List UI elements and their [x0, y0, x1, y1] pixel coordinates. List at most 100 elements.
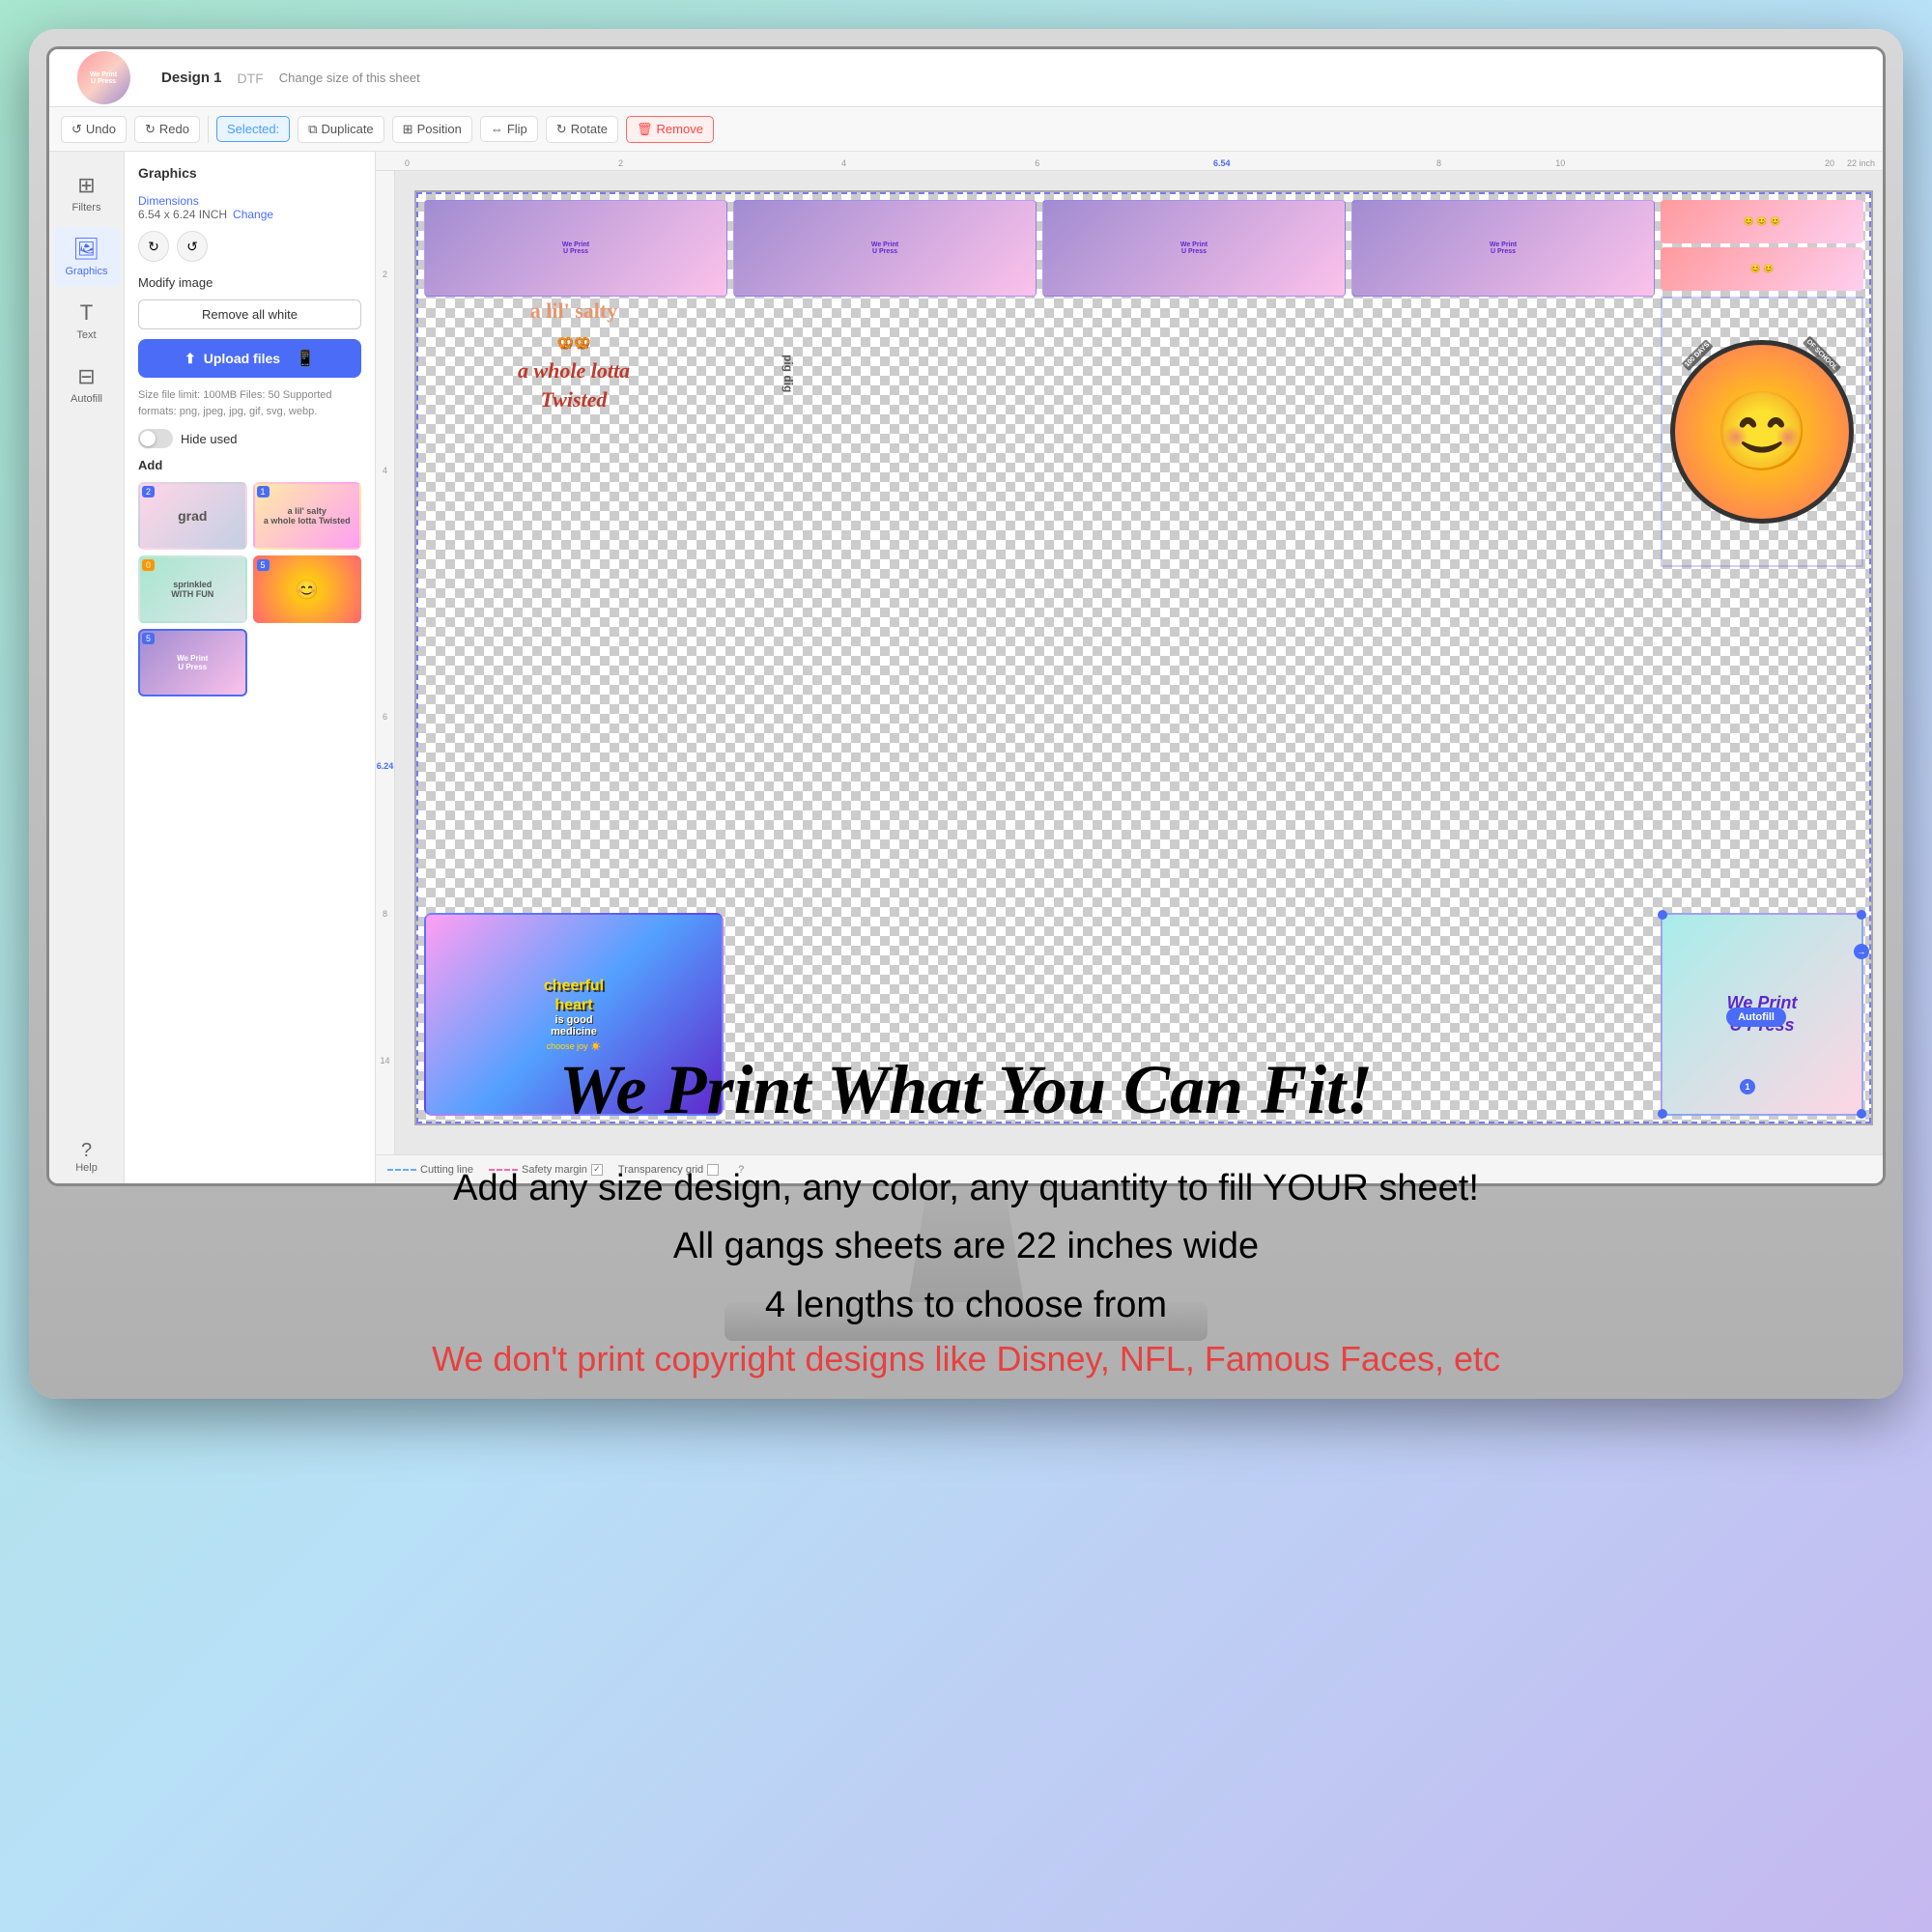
change-size-link[interactable]: Change size of this sheet [279, 71, 420, 85]
change-dimensions-button[interactable]: Change [233, 208, 273, 221]
selected-label: Selected: [227, 122, 279, 136]
sidebar-item-autofill[interactable]: ⊟ Autofill [54, 355, 120, 414]
thumb-badge-2: 1 [257, 486, 270, 497]
redo-button[interactable]: ↻ Redo [134, 116, 200, 143]
graphics-label: Graphics [65, 266, 107, 277]
design-canvas[interactable]: We PrintU Press We PrintU Press We Print… [414, 190, 1873, 1125]
thumb-content-4: 😊 [291, 574, 323, 606]
graphics-icon: 🖼 [73, 237, 100, 262]
ruler-horizontal: 0 2 4 6 6.54 8 10 20 22 inch [376, 152, 1883, 171]
modify-image-label: Modify image [138, 275, 361, 290]
thumbnail-2[interactable]: 1 a lil' saltya whole lotta Twisted [253, 482, 362, 550]
design-smiley-large[interactable]: 😊 100 DAYS OF SCHOOL [1661, 297, 1863, 567]
upload-info: Size file limit: 100MB Files: 50 Support… [138, 387, 361, 419]
dimensions-label: Dimensions [138, 194, 361, 208]
design-item-weprint-4[interactable]: We PrintU Press [1351, 200, 1655, 297]
dimensions-section: Dimensions 6.54 x 6.24 INCH Change [138, 194, 361, 221]
inch-label: 22 inch [1847, 158, 1875, 168]
redo-icon: ↻ [145, 122, 156, 137]
sidebar-item-filters[interactable]: ⊞ Filters [54, 163, 120, 223]
body-line-2: All gangs sheets are 22 inches wide [58, 1217, 1874, 1276]
remove-button[interactable]: 🗑 Remove [626, 116, 714, 143]
hide-used-label: Hide used [181, 432, 238, 446]
copyright-text: We don't print copyright designs like Di… [58, 1339, 1874, 1379]
position-icon: ⊞ [403, 122, 413, 137]
undo-label: Undo [86, 122, 116, 136]
dimensions-row: 6.54 x 6.24 INCH Change [138, 208, 361, 221]
mobile-icon: 📱 [296, 349, 315, 368]
hide-used-toggle[interactable] [138, 429, 173, 448]
text-icon: T [80, 300, 93, 326]
monitor-container: We PrintU Press Design 1 DTF Change size… [29, 29, 1903, 1399]
filters-icon: ⊞ [77, 173, 95, 198]
flip-icon: ⇔ [491, 122, 503, 136]
thumbnail-1[interactable]: 2 grad [138, 482, 247, 550]
body-line-3: 4 lengths to choose from [58, 1276, 1874, 1335]
design-title: Design 1 [161, 70, 222, 86]
flip-button[interactable]: ⇔ Flip [480, 116, 538, 142]
duplicate-icon: ⧉ [308, 122, 317, 137]
remove-icon: 🗑 [637, 122, 653, 137]
hide-used-row: Hide used [138, 429, 361, 448]
thumb-content-5: We PrintU Press [173, 650, 212, 675]
dimensions-value: 6.54 x 6.24 INCH [138, 208, 227, 221]
icon-btn-row: ↻ ↺ [138, 231, 361, 262]
thumb-badge-3: 0 [142, 559, 155, 571]
design-pig-sign[interactable]: pig dig [735, 297, 841, 451]
rotate-label: Rotate [571, 122, 608, 136]
canvas-workspace[interactable]: We PrintU Press We PrintU Press We Print… [395, 171, 1883, 1154]
text-section: We Print What You Can Fit! Add any size … [58, 1050, 1874, 1379]
canvas-area: 0 2 4 6 6.54 8 10 20 22 inch [376, 152, 1883, 1183]
thumbnails-grid: 2 grad 1 a lil' saltya whole lotta Twist… [138, 482, 361, 696]
upload-icon: ⬆ [185, 351, 196, 367]
thumb-badge-1: 2 [142, 486, 155, 497]
panel-section-title: Graphics [138, 165, 361, 181]
headline-text: We Print What You Can Fit! [58, 1050, 1874, 1130]
autofill-badge[interactable]: Autofill [1726, 1008, 1786, 1027]
logo-area: We PrintU Press [65, 51, 142, 104]
panel: Graphics Dimensions 6.54 x 6.24 INCH Cha… [125, 152, 376, 1183]
thumbnail-5[interactable]: 5 We PrintU Press [138, 629, 247, 696]
design-item-weprint-2[interactable]: We PrintU Press [733, 200, 1037, 297]
remove-label: Remove [657, 122, 703, 136]
header-center: Design 1 DTF Change size of this sheet [142, 70, 1867, 86]
monitor-screen: We PrintU Press Design 1 DTF Change size… [46, 46, 1886, 1186]
canvas-with-ruler: 2 4 6 6.24 8 14 [376, 171, 1883, 1154]
text-label: Text [76, 329, 96, 341]
upload-files-button[interactable]: ⬆ Upload files 📱 [138, 339, 361, 378]
thumbnail-3[interactable]: 0 sprinkledWITH FUN [138, 555, 247, 623]
design-item-weprint-1[interactable]: We PrintU Press [424, 200, 727, 297]
ruler-vertical: 2 4 6 6.24 8 14 [376, 171, 395, 1154]
redo-label: Redo [159, 122, 189, 136]
toolbar: ↺ Undo ↻ Redo Selected: ⧉ Duplicate ⊞ P [49, 107, 1883, 152]
remove-all-white-button[interactable]: Remove all white [138, 299, 361, 329]
sidebar-item-graphics[interactable]: 🖼 Graphics [54, 227, 120, 287]
thumb-badge-4: 5 [257, 559, 270, 571]
flip-label: Flip [507, 122, 527, 136]
app-header: We PrintU Press Design 1 DTF Change size… [49, 49, 1883, 107]
position-label: Position [417, 122, 462, 136]
body-text: Add any size design, any color, any quan… [58, 1159, 1874, 1335]
thumbnail-4[interactable]: 5 😊 [253, 555, 362, 623]
refresh-icon-btn[interactable]: ↻ [138, 231, 169, 262]
back-icon-btn[interactable]: ↺ [177, 231, 208, 262]
main-content: ⊞ Filters 🖼 Graphics T Text ⊟ Autofill [49, 152, 1883, 1183]
selected-button[interactable]: Selected: [216, 116, 290, 142]
duplicate-label: Duplicate [321, 122, 373, 136]
design-item-weprint-3[interactable]: We PrintU Press [1042, 200, 1346, 297]
upload-label: Upload files [204, 351, 280, 366]
thumb-badge-5: 5 [142, 633, 155, 644]
rotate-icon: ↻ [556, 122, 567, 137]
ruler-value: 6.54 [1213, 158, 1231, 168]
thumb-content-2: a lil' saltya whole lotta Twisted [260, 502, 355, 529]
toolbar-divider-1 [208, 116, 209, 143]
position-button[interactable]: ⊞ Position [392, 116, 472, 143]
design-salty-section[interactable]: a lil' salty 🥨🥨 a whole lottaTwisted [424, 297, 724, 451]
sidebar-item-text[interactable]: T Text [54, 291, 120, 351]
duplicate-button[interactable]: ⧉ Duplicate [298, 116, 384, 143]
rotate-button[interactable]: ↻ Rotate [546, 116, 618, 143]
design-type-label: DTF [238, 71, 264, 86]
left-sidebar: ⊞ Filters 🖼 Graphics T Text ⊟ Autofill [49, 152, 125, 1183]
autofill-icon: ⊟ [77, 364, 95, 389]
undo-button[interactable]: ↺ Undo [61, 116, 127, 143]
